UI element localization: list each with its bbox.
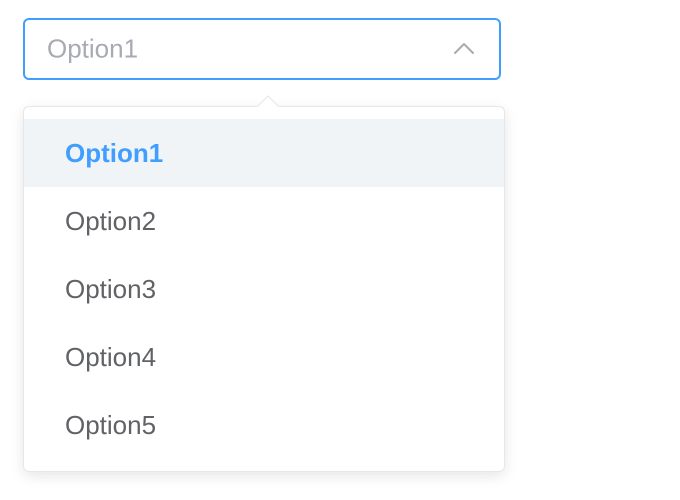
option-item[interactable]: Option5: [24, 391, 504, 459]
select-input[interactable]: Option1: [23, 18, 501, 80]
cut-off-text-line: [40, 0, 640, 2]
select-dropdown: Option1 Option2 Option3 Option4 Option5: [23, 95, 505, 472]
option-item[interactable]: Option4: [24, 323, 504, 391]
option-item-selected[interactable]: Option1: [24, 119, 504, 187]
page: Option1 Option1 Option2 Option3 Option4 …: [0, 0, 680, 500]
dropdown-caret: [257, 95, 279, 107]
select-placeholder: Option1: [47, 33, 139, 64]
option-list: Option1 Option2 Option3 Option4 Option5: [24, 119, 504, 459]
option-item[interactable]: Option3: [24, 255, 504, 323]
chevron-up-icon[interactable]: [453, 38, 475, 60]
option-item[interactable]: Option2: [24, 187, 504, 255]
